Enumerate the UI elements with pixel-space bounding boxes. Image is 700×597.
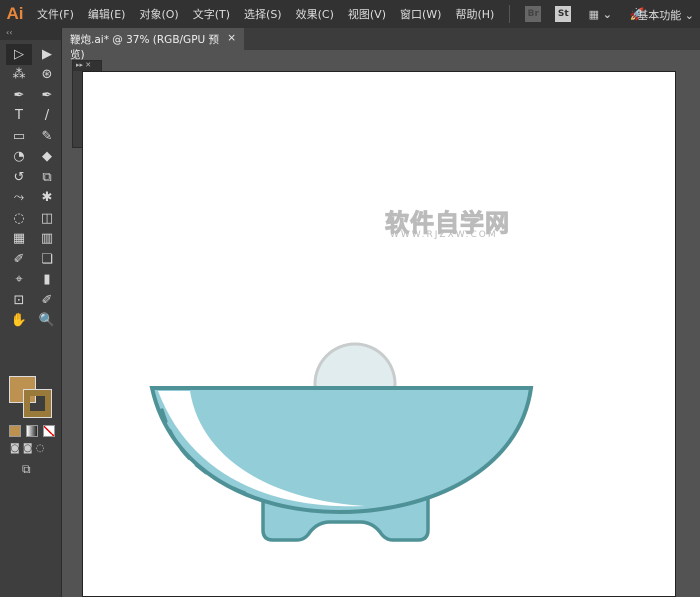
bowl-artwork	[149, 342, 534, 542]
watermark-url: WWW.RJZXW.COM	[390, 230, 498, 240]
